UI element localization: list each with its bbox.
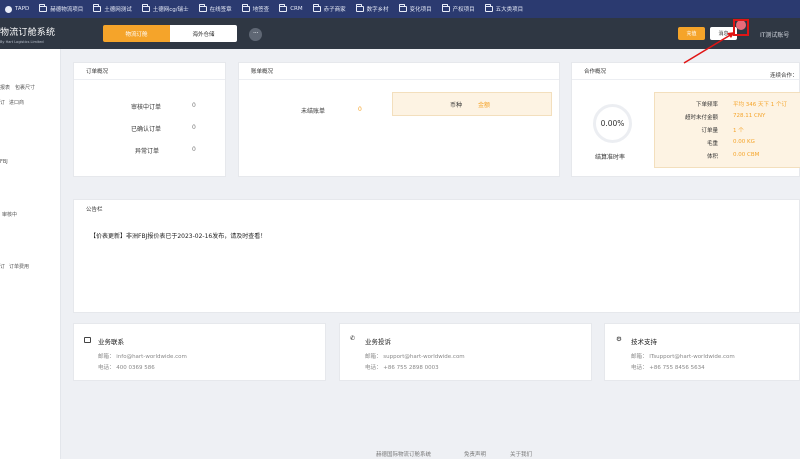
confirmed-orders-label[interactable]: 已确认订单: [131, 124, 161, 133]
unsettled-bill-value[interactable]: 0: [358, 106, 362, 113]
abnormal-orders-label[interactable]: 异常订单: [135, 146, 159, 155]
contact-email: 邮箱： support@hart-worldwide.com: [365, 354, 465, 360]
card-title: 合作概况: [572, 63, 799, 80]
folder-icon: [398, 4, 407, 12]
top-header: 物流订舱系统 By Hart Logistics Limited 物流订舱 海外…: [0, 18, 800, 49]
abnormal-orders-value[interactable]: 0: [192, 146, 196, 153]
gross-weight-label: 毛重: [706, 141, 718, 147]
sidebar-item[interactable]: 订: [0, 99, 5, 106]
sidebar: 报表 包裹尺寸 订 进口商 FBJ 审核中 订 订单费用: [0, 49, 61, 459]
bookmark-folder[interactable]: CRM: [276, 4, 305, 12]
contact-title: 业务投诉: [365, 338, 391, 346]
pending-orders-label[interactable]: 审核中订单: [131, 102, 161, 111]
brand-title: 物流订舱系统: [0, 28, 56, 38]
bookmark-folder[interactable]: 赤子商家: [310, 4, 349, 13]
unsettled-bill-label: 未结账单: [301, 108, 326, 115]
footer-link-system[interactable]: 赫德国际物流订舱系统: [376, 450, 431, 458]
contact-email: 邮箱： info@hart-worldwide.com: [98, 354, 187, 360]
sidebar-item[interactable]: 报表: [0, 84, 10, 91]
tab-logistics[interactable]: 物流订舱: [103, 25, 170, 42]
contact-phone: 电话： +86 755 2898 0003: [365, 365, 439, 371]
order-overview-card: 订单概况: [73, 62, 226, 177]
sidebar-item[interactable]: 进口商: [9, 99, 24, 106]
annotation-box: [733, 19, 749, 36]
bookmark-folder[interactable]: 五大类项目: [482, 4, 527, 13]
folder-icon: [198, 4, 207, 12]
notice-item[interactable]: 【价表更新】非洲FBJ报价表已于2023-02-16发布，请及时查看！: [90, 231, 266, 240]
footer-link-disclaimer[interactable]: 免责声明: [464, 450, 486, 458]
recharge-button[interactable]: 充值: [678, 27, 705, 40]
sidebar-item[interactable]: 订: [0, 263, 5, 270]
sidebar-item[interactable]: 审核中: [2, 211, 17, 218]
volume-value: 0.00 CBM: [733, 152, 760, 158]
contact-email: 邮箱： ITsupport@hart-worldwide.com: [631, 354, 735, 360]
tab-overseas-warehouse[interactable]: 海外仓储: [170, 25, 237, 42]
contact-phone: 电话： 400 0369 586: [98, 365, 155, 371]
sidebar-item[interactable]: 包裹尺寸: [15, 84, 35, 91]
on-time-rate-label: 结算准时率: [595, 154, 626, 161]
bookmark-folder[interactable]: 产权项目: [439, 4, 478, 13]
card-title: 订单概况: [74, 63, 225, 80]
gross-weight-value: 0.00 KG: [733, 139, 755, 145]
on-time-rate-value: 0.00%: [600, 119, 625, 128]
overdue-amount-value: 728.11 CNY: [733, 113, 766, 119]
folder-icon: [484, 4, 493, 12]
confirmed-orders-value[interactable]: 0: [192, 124, 196, 131]
order-frequency-value: 平均 346 天下 1 个订: [733, 102, 787, 108]
bookmark-folder[interactable]: 土德网测试: [90, 4, 135, 13]
contact-phone: 电话： +86 755 8456 5634: [631, 365, 705, 371]
account-overview-card: 账单概况: [238, 62, 560, 177]
bookmark-folder[interactable]: 赫德物流项目: [36, 4, 86, 13]
folder-icon: [312, 4, 321, 12]
more-icon[interactable]: ···: [249, 28, 262, 41]
folder-icon: [441, 4, 450, 12]
phone-icon: ✆: [350, 335, 356, 342]
sidebar-item[interactable]: FBJ: [0, 159, 8, 165]
brand-subtitle: By Hart Logistics Limited: [0, 40, 44, 44]
bookmarks-bar: TAPD 赫德物流项目 土德网测试 土德网cg/瑞士 在线签章 地签查 CRM …: [0, 0, 800, 18]
currency-header: 币种: [450, 102, 463, 109]
folder-icon: [39, 4, 48, 12]
currency-table: [392, 92, 552, 116]
bookmark-folder[interactable]: 在线签章: [196, 4, 235, 13]
module-tabs: 物流订舱 海外仓储: [103, 25, 237, 42]
pending-orders-value[interactable]: 0: [192, 102, 196, 109]
card-title: 账单概况: [239, 63, 559, 80]
continuous-cooperation-label: 连续合作：: [770, 73, 798, 79]
user-account[interactable]: IT测试账号: [760, 30, 789, 39]
folder-icon: [279, 4, 288, 12]
notice-board-card: 公告栏: [73, 199, 800, 313]
bookmark-folder[interactable]: 土德网cg/瑞士: [139, 4, 192, 13]
bookmark-folder[interactable]: 数字乡村: [353, 4, 392, 13]
gear-icon: ⚙: [616, 335, 622, 343]
folder-icon: [355, 4, 364, 12]
overdue-amount-label: 超时未付金额: [684, 115, 718, 121]
folder-icon: [241, 4, 250, 12]
volume-label: 体积: [706, 154, 718, 160]
bookmark-tapd[interactable]: TAPD: [2, 5, 32, 13]
order-frequency-label: 下单频率: [695, 102, 718, 108]
contact-title: 技术支持: [631, 338, 657, 346]
bookmark-folder[interactable]: 变化项目: [396, 4, 435, 13]
bookmark-folder[interactable]: 地签查: [239, 4, 273, 13]
card-title: 公告栏: [86, 206, 103, 213]
contact-title: 业务联系: [98, 338, 124, 346]
tapd-logo-icon: [5, 5, 12, 13]
footer-link-about[interactable]: 关于我们: [510, 450, 532, 458]
mail-icon: [84, 337, 91, 343]
folder-icon: [141, 4, 150, 12]
brand[interactable]: 物流订舱系统 By Hart Logistics Limited: [0, 25, 55, 44]
sidebar-item[interactable]: 订单费用: [9, 263, 29, 270]
order-count-value: 1 个: [733, 128, 744, 134]
order-count-label: 订单量: [701, 128, 718, 134]
folder-icon: [93, 4, 102, 12]
amount-header: 金额: [478, 102, 491, 109]
